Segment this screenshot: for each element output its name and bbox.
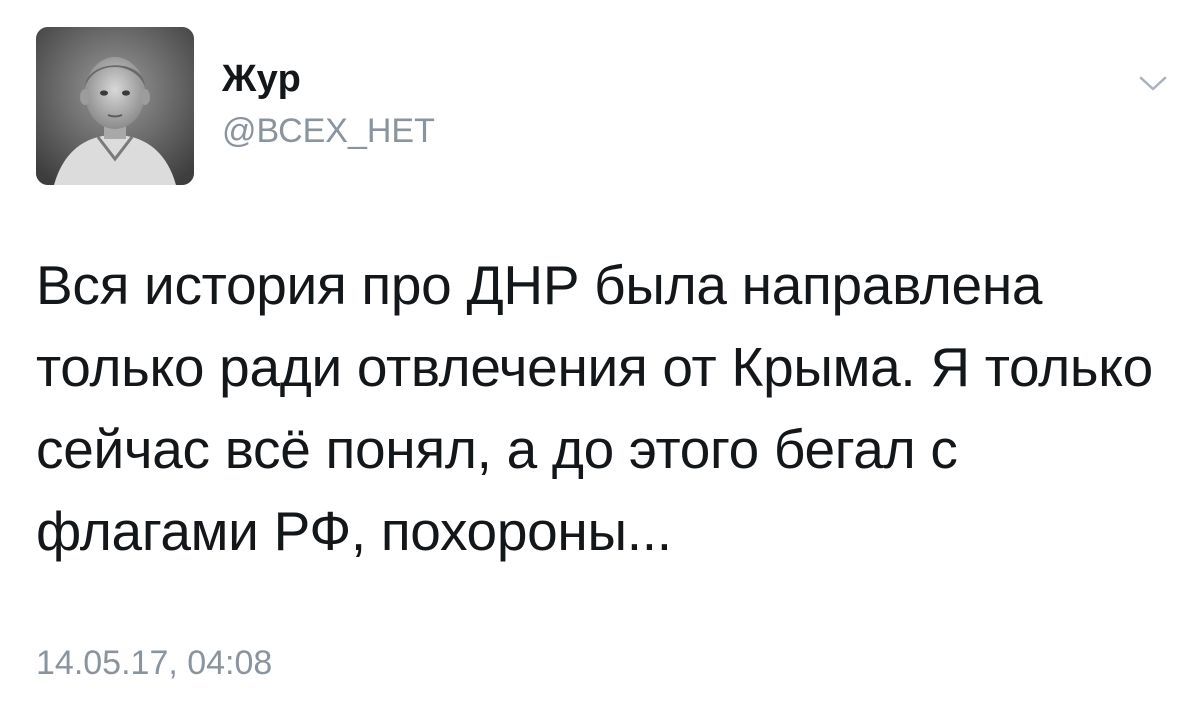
tweet-timestamp[interactable]: 14.05.17, 04:08 xyxy=(36,646,272,680)
chevron-down-icon[interactable] xyxy=(1138,74,1168,94)
tweet-card: Жур @ВСЕХ_НЕТ Вся история про ДНР была н… xyxy=(0,0,1200,712)
author-avatar[interactable] xyxy=(36,27,194,185)
author-display-name[interactable]: Жур xyxy=(222,60,301,98)
tweet-text: Вся история про ДНР была направлена толь… xyxy=(36,254,1153,562)
author-handle[interactable]: @ВСЕХ_НЕТ xyxy=(222,114,435,148)
avatar-photo xyxy=(36,27,194,185)
